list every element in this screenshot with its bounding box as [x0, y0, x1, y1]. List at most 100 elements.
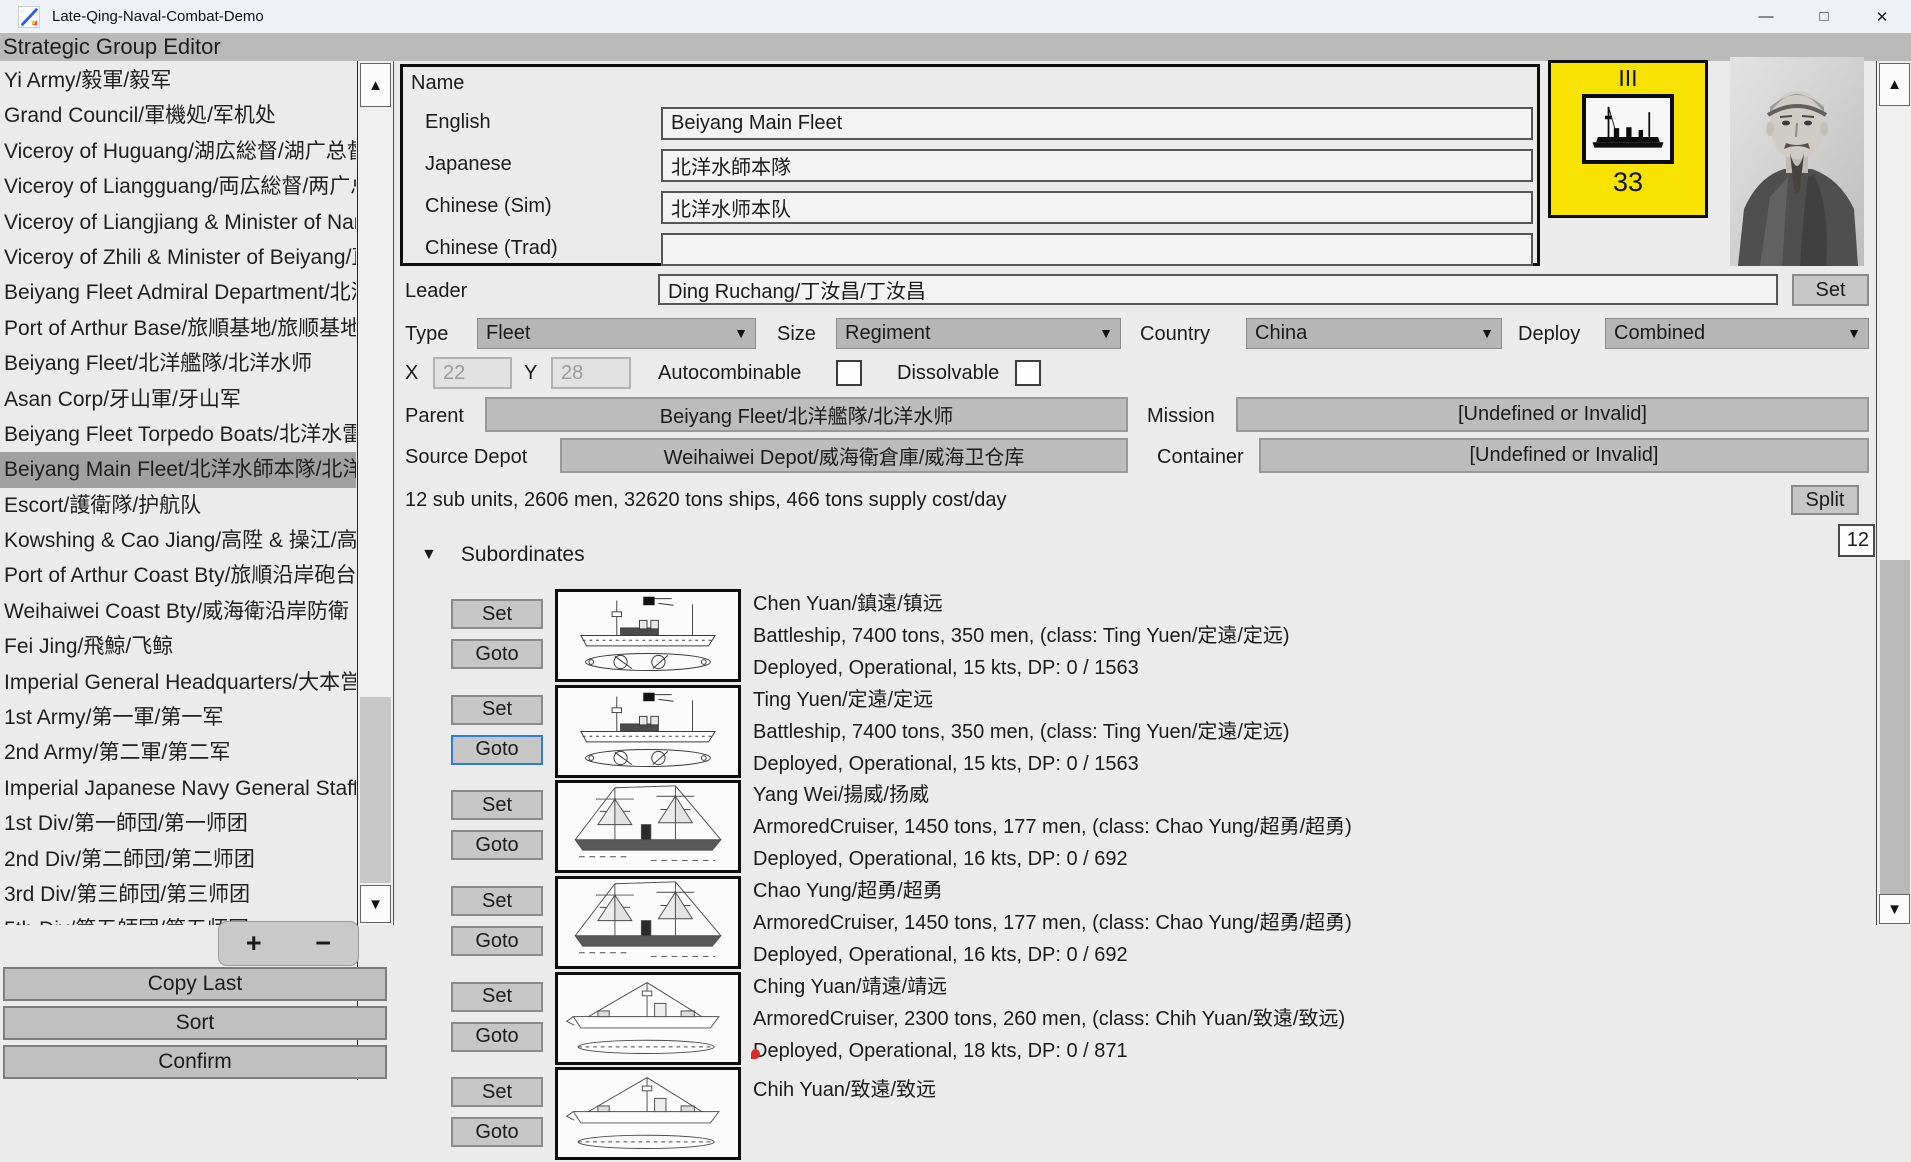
container-label: Container [1157, 446, 1244, 469]
dissolvable-label: Dissolvable [897, 362, 999, 385]
copy-last-button[interactable]: Copy Last [3, 967, 387, 1001]
scroll-down-icon[interactable]: ▼ [1879, 894, 1910, 924]
subordinate-set-button[interactable]: Set [451, 982, 543, 1012]
main-scrollbar[interactable]: ▲ ▼ [1876, 61, 1911, 925]
subordinate-set-button[interactable]: Set [451, 599, 543, 629]
x-label: X [405, 362, 418, 385]
group-list-item[interactable]: Viceroy of Huguang/湖広総督/湖广总督 [0, 134, 356, 169]
chevron-down-icon: ▼ [1099, 325, 1113, 341]
name-field-input[interactable] [661, 149, 1533, 182]
autocombinable-checkbox[interactable] [836, 360, 862, 386]
group-list-item[interactable]: Beiyang Fleet Torpedo Boats/北洋水雷艇隊 [0, 417, 356, 452]
app-window: { "window": { "title": "Late-Qing-Naval-… [0, 0, 1911, 1080]
subordinate-set-button[interactable]: Set [451, 695, 543, 725]
subordinate-details: Battleship, 7400 tons, 350 men, (class: … [753, 625, 1853, 647]
ship-drawing-icon [558, 688, 738, 775]
parent-button[interactable]: Beiyang Fleet/北洋艦隊/北洋水师 [485, 397, 1128, 432]
group-list-item[interactable]: Grand Council/軍機処/军机处 [0, 98, 356, 133]
scrollbar-thumb[interactable] [1880, 560, 1910, 894]
mission-button[interactable]: [Undefined or Invalid] [1236, 397, 1869, 432]
scroll-up-icon[interactable]: ▲ [1879, 63, 1910, 106]
close-button[interactable]: ✕ [1853, 0, 1911, 33]
group-list-item[interactable]: 2nd Div/第二師団/第二师团 [0, 842, 356, 877]
ship-drawing-icon [558, 1070, 738, 1157]
country-dropdown[interactable]: China ▼ [1246, 318, 1502, 349]
group-list-item[interactable]: Fei Jing/飛鯨/飞鲸 [0, 629, 356, 664]
size-dropdown[interactable]: Regiment ▼ [836, 318, 1121, 349]
group-list-item[interactable]: Yi Army/毅軍/毅军 [0, 63, 356, 98]
type-label: Type [405, 323, 448, 346]
ship-image [555, 972, 741, 1065]
group-list-item[interactable]: Viceroy of Liangguang/両広総督/两广总督 [0, 169, 356, 204]
group-list-item[interactable]: Weihaiwei Coast Bty/威海衛沿岸防衛 [0, 594, 356, 629]
remove-group-button[interactable]: − [315, 930, 331, 957]
collapse-triangle-icon[interactable]: ▼ [421, 546, 437, 564]
subordinates-header[interactable]: ▼ Subordinates [421, 543, 585, 567]
split-button[interactable]: Split [1791, 485, 1859, 515]
leader-field[interactable] [658, 274, 1778, 305]
size-value: Regiment [845, 322, 931, 345]
chevron-down-icon: ▼ [1480, 325, 1494, 341]
source-depot-label: Source Depot [405, 446, 527, 469]
subordinate-info: Ting Yuen/定遠/定远 Battleship, 7400 tons, 3… [753, 684, 1853, 780]
group-list-item[interactable]: Port of Arthur Base/旅順基地/旅顺基地 [0, 311, 356, 346]
name-field-input[interactable] [661, 233, 1533, 266]
subordinate-goto-button[interactable]: Goto [451, 1022, 543, 1052]
minimize-button[interactable]: — [1737, 0, 1795, 33]
container-button[interactable]: [Undefined or Invalid] [1259, 438, 1869, 473]
confirm-button[interactable]: Confirm [3, 1045, 387, 1079]
subordinate-status: Deployed, Operational, 15 kts, DP: 0 / 1… [753, 753, 1853, 775]
add-group-button[interactable]: + [246, 930, 262, 957]
maximize-button[interactable]: □ [1795, 0, 1853, 33]
group-list-item[interactable]: Viceroy of Liangjiang & Minister of Nany… [0, 205, 356, 240]
subordinate-details: ArmoredCruiser, 2300 tons, 260 men, (cla… [753, 1008, 1853, 1030]
subordinate-goto-button[interactable]: Goto [451, 639, 543, 669]
scrollbar-thumb[interactable] [360, 697, 391, 883]
deploy-dropdown[interactable]: Combined ▼ [1605, 318, 1869, 349]
subordinate-goto-button[interactable]: Goto [451, 926, 543, 956]
ship-drawing-icon [558, 975, 738, 1062]
subordinate-set-button[interactable]: Set [451, 790, 543, 820]
group-list-item[interactable]: Viceroy of Zhili & Minister of Beiyang/直… [0, 240, 356, 275]
group-list-item[interactable]: Asan Corp/牙山軍/牙山军 [0, 382, 356, 417]
scroll-down-icon[interactable]: ▼ [360, 885, 391, 923]
name-field-label: Chinese (Trad) [425, 237, 558, 260]
group-list-item[interactable]: Port of Arthur Coast Bty/旅順沿岸砲台 [0, 558, 356, 593]
mouse-cursor [751, 1049, 760, 1059]
subordinate-goto-button[interactable]: Goto [451, 830, 543, 860]
group-list-item[interactable]: 1st Div/第一師団/第一师团 [0, 806, 356, 841]
subordinate-row: Set Goto Chao Yung/超勇/超勇 ArmoredCruiser,… [396, 875, 1876, 971]
group-list-item[interactable]: Kowshing & Cao Jiang/高陞 & 操江/高升 & 操江 [0, 523, 356, 558]
subordinates-title: Subordinates [461, 543, 585, 567]
subordinate-name: Yang Wei/揚威/扬威 [753, 784, 1853, 806]
subordinate-info: Chao Yung/超勇/超勇 ArmoredCruiser, 1450 ton… [753, 875, 1853, 971]
subordinate-set-button[interactable]: Set [451, 1077, 543, 1107]
subordinate-set-button[interactable]: Set [451, 886, 543, 916]
scroll-up-icon[interactable]: ▲ [360, 63, 391, 107]
group-list-item[interactable]: 3rd Div/第三師団/第三师团 [0, 877, 356, 912]
group-list-item[interactable]: Beiyang Fleet/北洋艦隊/北洋水师 [0, 346, 356, 381]
group-list-item[interactable]: 2nd Army/第二軍/第二军 [0, 735, 356, 770]
subordinate-goto-button[interactable]: Goto [451, 735, 543, 765]
dissolvable-checkbox[interactable] [1015, 360, 1041, 386]
split-count-field[interactable]: 12 [1838, 524, 1875, 557]
country-value: China [1255, 322, 1307, 345]
group-list-item[interactable]: Imperial General Headquarters/大本営/大本营 [0, 665, 356, 700]
source-depot-button[interactable]: Weihaiwei Depot/威海衛倉庫/威海卫仓库 [560, 438, 1128, 473]
name-field-input[interactable] [661, 107, 1533, 140]
group-list-item[interactable]: Escort/護衛隊/护航队 [0, 488, 356, 523]
sort-button[interactable]: Sort [3, 1006, 387, 1040]
type-dropdown[interactable]: Fleet ▼ [477, 318, 756, 349]
group-list-item[interactable]: 1st Army/第一軍/第一军 [0, 700, 356, 735]
country-label: Country [1140, 323, 1210, 346]
group-list-item[interactable]: Beiyang Main Fleet/北洋水師本隊/北洋水师本队 [0, 452, 356, 487]
ship-image [555, 589, 741, 682]
subordinate-goto-button[interactable]: Goto [451, 1117, 543, 1147]
page-title: Strategic Group Editor [3, 34, 221, 60]
leader-set-button[interactable]: Set [1792, 274, 1869, 306]
group-list-item[interactable]: Beiyang Fleet Admiral Department/北洋水師提督府 [0, 275, 356, 310]
ship-image [555, 685, 741, 778]
group-list-scrollbar[interactable]: ▲ ▼ [358, 61, 394, 925]
name-field-input[interactable] [661, 191, 1533, 224]
group-list-item[interactable]: Imperial Japanese Navy General Staff/軍令部 [0, 771, 356, 806]
